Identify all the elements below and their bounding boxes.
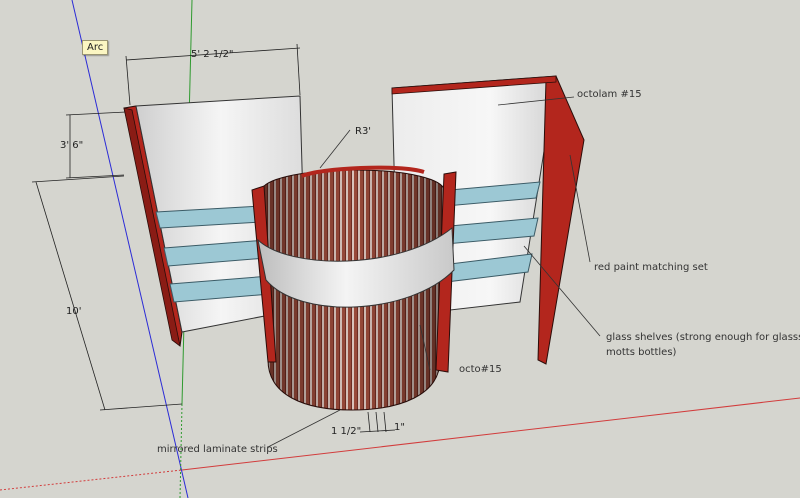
strip-gap-label: 1" <box>394 422 405 433</box>
right-glass-shelves[interactable] <box>445 181 541 283</box>
width-dimension-label: 5' 2 1/2" <box>191 49 234 60</box>
red-paint-label: red paint matching set <box>594 262 708 273</box>
octolam-label: octolam #15 <box>577 89 642 100</box>
left-glass-shelves[interactable] <box>155 205 271 303</box>
strip-width-label: 1 1/2" <box>331 426 362 437</box>
red-axis-dotted <box>0 469 183 491</box>
octo-label: octo#15 <box>459 364 502 375</box>
strip-dimension[interactable] <box>359 411 396 433</box>
mirrored-strips-label: mirrored laminate strips <box>157 444 278 455</box>
sketchup-viewport[interactable]: Arc 5' 2 1/2" 3' 6" 10' R3' 1 1/2" 1" oc… <box>0 0 800 498</box>
tooltip-arc: Arc <box>82 40 109 55</box>
right-side-red-panel[interactable] <box>537 75 585 365</box>
red-axis <box>181 397 800 471</box>
height-dimension-label: 10' <box>66 306 82 317</box>
glass-shelves-label: glass shelves (strong enough for glasss … <box>606 332 800 358</box>
radius-label: R3' <box>355 126 372 137</box>
depth-dimension-label: 3' 6" <box>60 140 84 151</box>
